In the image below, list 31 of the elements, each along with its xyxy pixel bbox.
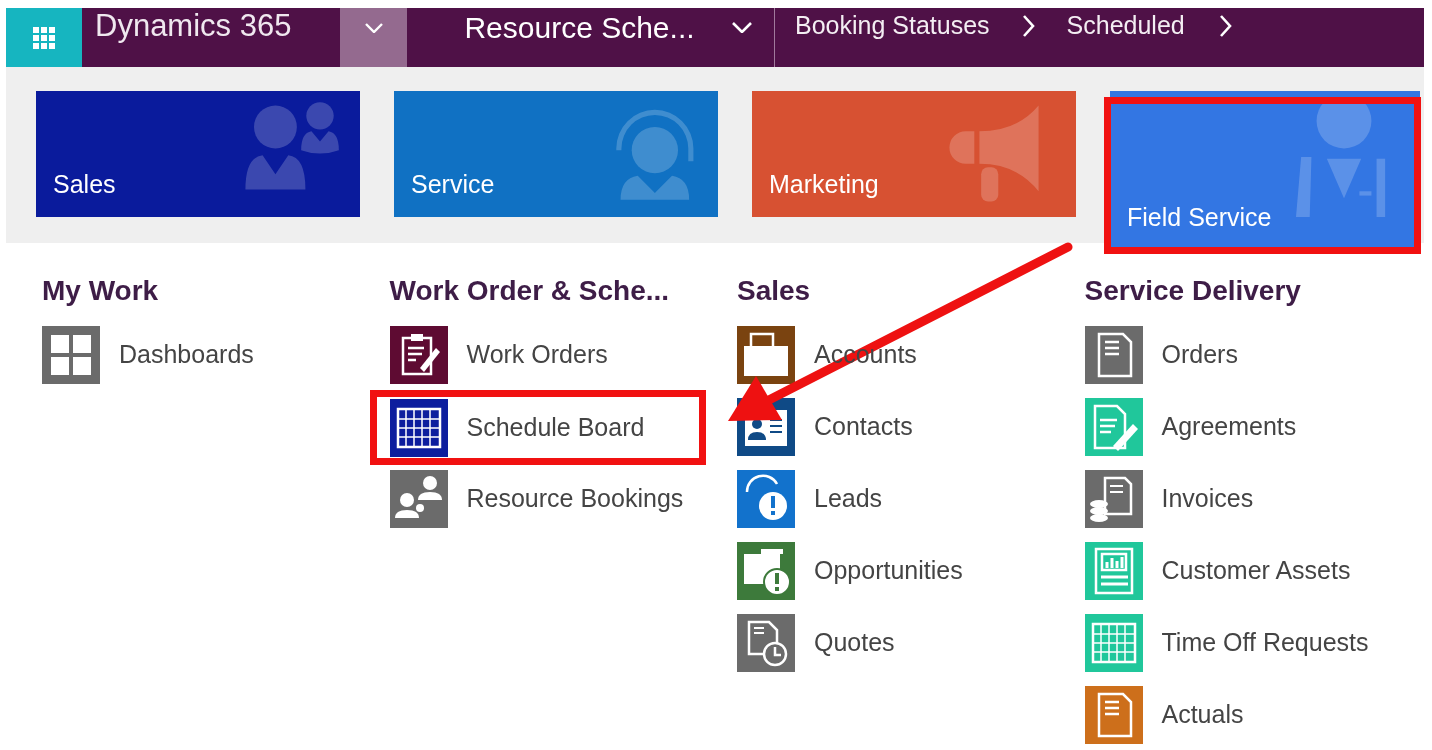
group-heading: My Work bbox=[42, 274, 160, 306]
chevron-down-icon bbox=[732, 22, 752, 33]
app-tile[interactable]: Sales bbox=[36, 91, 360, 217]
nav-item-link[interactable]: Actuals bbox=[1084, 686, 1432, 744]
nav-item-link[interactable]: Customer Assets bbox=[1084, 542, 1432, 600]
app-tile[interactable]: Marketing bbox=[752, 91, 1076, 217]
breadcrumb-link[interactable]: Scheduled bbox=[1066, 6, 1185, 45]
chevron-right-icon bbox=[1218, 14, 1232, 37]
app-tile[interactable]: Service bbox=[394, 91, 718, 217]
group-heading: Sales bbox=[737, 274, 812, 306]
app-launcher-button[interactable] bbox=[6, 8, 82, 67]
nav-item-link[interactable]: Orders bbox=[1084, 326, 1432, 384]
group-heading: Service Delivery bbox=[1084, 274, 1302, 306]
nav-item-link[interactable]: Invoices bbox=[1084, 470, 1432, 528]
nav-item-link[interactable]: Quotes bbox=[737, 614, 1085, 672]
nav-item-link[interactable]: Dashboards bbox=[42, 326, 390, 384]
app-tile[interactable]: Field Service bbox=[1110, 91, 1420, 250]
nav-item-link[interactable]: Leads bbox=[737, 470, 1085, 528]
app-dropdown-button[interactable] bbox=[340, 8, 407, 67]
nav-item-link[interactable]: Schedule Board bbox=[369, 390, 706, 465]
nav-item-link[interactable]: Agreements bbox=[1084, 398, 1432, 456]
breadcrumb-link[interactable]: Booking Statuses bbox=[795, 6, 990, 45]
nav-item-link[interactable]: Opportunities bbox=[737, 542, 1085, 600]
nav-item-link[interactable]: Resource Bookings bbox=[389, 470, 737, 528]
chevron-down-icon bbox=[364, 22, 383, 33]
nav-item-link[interactable]: Work Orders bbox=[389, 326, 737, 384]
group-heading: Work Order & Sche... bbox=[389, 274, 671, 306]
app-name: Dynamics 365 bbox=[95, 7, 293, 46]
nav-item-link[interactable]: Time Off Requests bbox=[1084, 614, 1432, 672]
chevron-right-icon bbox=[1021, 14, 1035, 37]
waffle-icon bbox=[33, 26, 55, 49]
